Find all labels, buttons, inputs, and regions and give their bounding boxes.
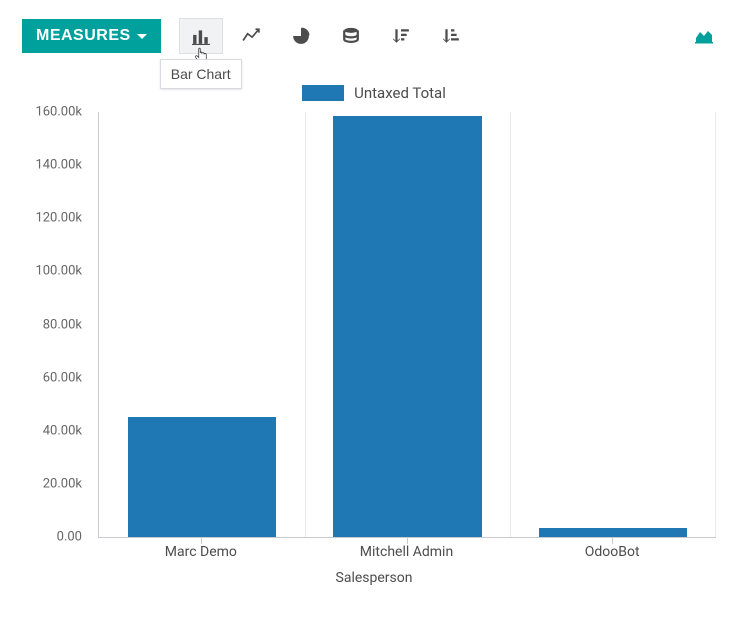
measures-label: MEASURES — [36, 27, 131, 45]
bar-chart-tooltip: Bar Chart — [160, 59, 242, 89]
y-tick-label: 0.00 — [22, 530, 82, 545]
grid-line — [305, 112, 306, 537]
y-tick-label: 100.00k — [22, 264, 82, 279]
y-tick-label: 160.00k — [22, 105, 82, 120]
chart-toolbar: MEASURES Bar Chart — [0, 0, 748, 54]
legend-swatch — [302, 85, 344, 101]
line-chart-icon — [242, 27, 260, 45]
bar-chart-icon — [192, 27, 210, 45]
chart-area: Salesperson 0.00 20.00k 40.00k 60.00k 80.00k… — [22, 112, 726, 592]
x-tick — [201, 538, 202, 544]
chart-legend: Untaxed Total — [0, 84, 748, 102]
x-tick-label: Marc Demo — [165, 544, 237, 560]
y-tick-label: 140.00k — [22, 158, 82, 173]
pie-chart-button[interactable] — [279, 18, 323, 54]
x-tick-label: Mitchell Admin — [360, 544, 453, 560]
x-tick-label: OdooBot — [585, 544, 640, 560]
tooltip-text: Bar Chart — [171, 66, 231, 82]
x-axis-title: Salesperson — [336, 570, 413, 586]
area-chart-icon — [695, 27, 713, 45]
y-tick-label: 80.00k — [22, 317, 82, 332]
y-tick-label: 40.00k — [22, 423, 82, 438]
sort-asc-button[interactable] — [429, 18, 473, 54]
grid-line — [715, 112, 716, 537]
sort-desc-icon — [392, 27, 410, 45]
y-tick-label: 60.00k — [22, 370, 82, 385]
bar[interactable] — [128, 417, 276, 537]
y-tick-label: 120.00k — [22, 211, 82, 226]
plot-region — [98, 112, 716, 538]
legend-label: Untaxed Total — [354, 84, 446, 102]
area-chart-button[interactable] — [682, 18, 726, 54]
sort-desc-button[interactable] — [379, 18, 423, 54]
pie-chart-icon — [292, 27, 310, 45]
line-chart-button[interactable] — [229, 18, 273, 54]
x-tick — [612, 538, 613, 544]
database-icon — [342, 27, 360, 45]
bar-chart-button[interactable]: Bar Chart — [179, 18, 223, 54]
stacked-button[interactable] — [329, 18, 373, 54]
sort-asc-icon — [442, 27, 460, 45]
y-tick-label: 20.00k — [22, 476, 82, 491]
measures-button[interactable]: MEASURES — [22, 19, 161, 53]
bar[interactable] — [539, 528, 687, 537]
bar[interactable] — [333, 116, 481, 537]
caret-down-icon — [137, 34, 147, 39]
grid-line — [510, 112, 511, 537]
x-tick — [407, 538, 408, 544]
